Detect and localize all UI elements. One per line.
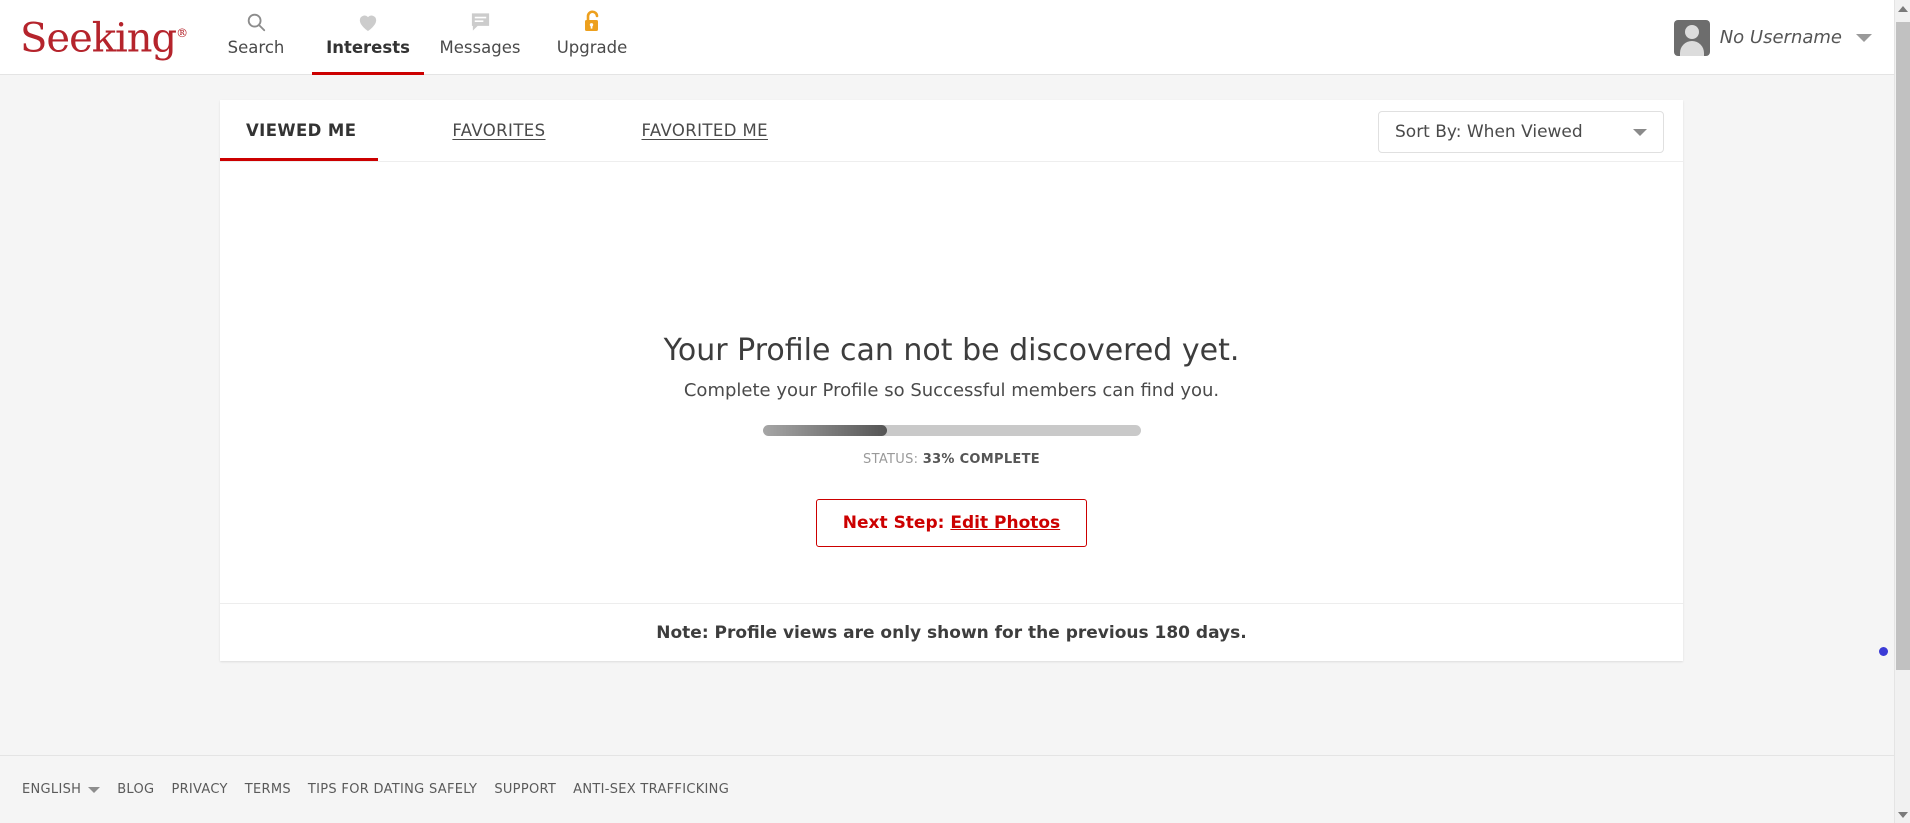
unlock-icon [582, 9, 603, 35]
main-card-wrapper: VIEWED ME FAVORITES FAVORITED ME Sort By… [220, 100, 1683, 661]
footer-link-privacy[interactable]: PRIVACY [171, 782, 227, 797]
nav-item-messages[interactable]: Messages [424, 0, 536, 75]
next-step-button[interactable]: Next Step: Edit Photos [815, 499, 1088, 547]
footer-link-support[interactable]: SUPPORT [494, 782, 556, 797]
scrollbar-thumb[interactable] [1896, 22, 1910, 670]
profile-completion-status: STATUS: 33% COMPLETE [863, 452, 1040, 467]
next-step-prefix: Next Step: [842, 513, 951, 533]
tab-viewed-me[interactable]: VIEWED ME [246, 121, 356, 140]
empty-state-subtitle: Complete your Profile so Successful memb… [683, 380, 1220, 401]
nav-label-search: Search [227, 38, 285, 57]
active-tab-indicator [220, 158, 378, 161]
profile-views-note: Note: Profile views are only shown for t… [220, 603, 1683, 661]
caret-down-icon [88, 786, 101, 793]
primary-nav: Search Interests Messages Upgrade [200, 0, 648, 75]
profile-completion-progress [762, 425, 1141, 436]
footer-link-blog[interactable]: BLOG [117, 782, 154, 797]
interests-card: VIEWED ME FAVORITES FAVORITED ME Sort By… [220, 100, 1683, 661]
scrollbar-up-arrow-icon[interactable] [1895, 0, 1910, 17]
heart-icon [357, 9, 379, 35]
empty-state: Your Profile can not be discovered yet. … [220, 162, 1683, 603]
account-menu[interactable]: No Username [1673, 0, 1872, 75]
registered-mark-icon: ® [176, 26, 189, 40]
tab-bar: VIEWED ME FAVORITES FAVORITED ME Sort By… [220, 100, 1683, 162]
language-selector[interactable]: ENGLISH [22, 782, 101, 797]
tab-favorites[interactable]: FAVORITES [452, 121, 545, 140]
search-icon [245, 9, 267, 35]
site-logo[interactable]: Seeking® [20, 8, 188, 63]
nav-label-upgrade: Upgrade [556, 38, 628, 57]
page-scrollbar[interactable] [1894, 0, 1910, 823]
language-label: ENGLISH [22, 782, 82, 797]
status-value: 33% COMPLETE [922, 452, 1040, 467]
empty-state-title: Your Profile can not be discovered yet. [663, 333, 1240, 368]
site-header: Seeking® Search Interests Messages Upgra… [0, 0, 1894, 75]
edit-photos-link[interactable]: Edit Photos [950, 513, 1060, 533]
nav-item-interests[interactable]: Interests [312, 0, 424, 75]
site-logo-text: Seeking [20, 15, 177, 62]
nav-item-search[interactable]: Search [200, 0, 312, 75]
page-content: Seeking® Search Interests Messages Upgra… [0, 0, 1894, 823]
nav-label-messages: Messages [439, 38, 521, 57]
footer-link-anti-sex-trafficking[interactable]: ANTI-SEX TRAFFICKING [573, 782, 729, 797]
nav-label-interests: Interests [326, 38, 410, 57]
sort-by-value: Sort By: When Viewed [1395, 122, 1583, 142]
profile-completion-progress-fill [762, 425, 888, 436]
account-username: No Username [1719, 27, 1842, 48]
sort-by-dropdown[interactable]: Sort By: When Viewed [1378, 111, 1664, 153]
tab-favorited-me[interactable]: FAVORITED ME [642, 121, 768, 140]
nav-item-upgrade[interactable]: Upgrade [536, 0, 648, 75]
scrollbar-down-arrow-icon[interactable] [1895, 806, 1910, 823]
cursor-marker [1879, 647, 1888, 656]
footer-link-tips-for-dating-safely[interactable]: TIPS FOR DATING SAFELY [308, 782, 477, 797]
message-icon [470, 9, 491, 35]
footer-link-terms[interactable]: TERMS [245, 782, 291, 797]
browser-viewport: Seeking® Search Interests Messages Upgra… [0, 0, 1910, 823]
caret-down-icon [1633, 128, 1647, 136]
chevron-down-icon[interactable] [1856, 33, 1872, 42]
status-prefix: STATUS: [863, 452, 923, 467]
site-footer: ENGLISH BLOG PRIVACY TERMS TIPS FOR DATI… [0, 755, 1894, 823]
avatar-placeholder-icon [1673, 19, 1710, 56]
